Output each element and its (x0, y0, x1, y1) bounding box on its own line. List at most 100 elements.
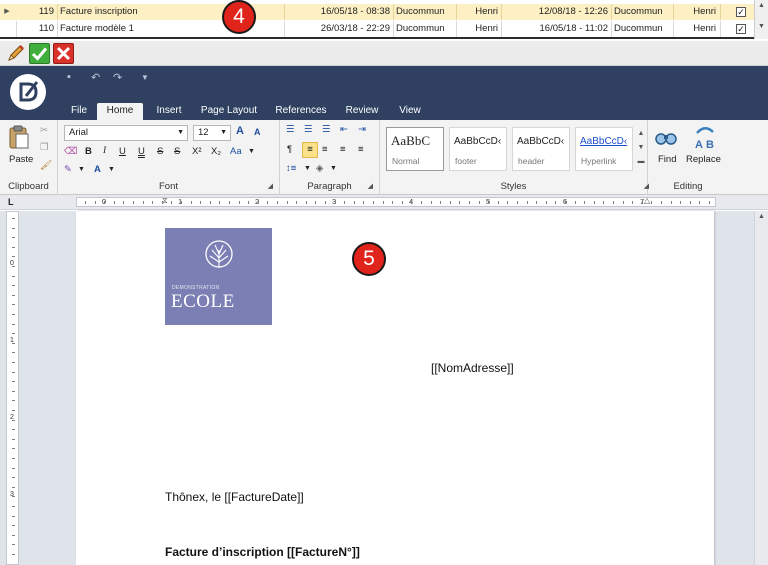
cut-icon[interactable]: ✂ (40, 125, 48, 136)
indent-marker-icon[interactable]: ⧖ (162, 196, 168, 206)
ruler-tick (257, 201, 259, 204)
save-icon[interactable]: ▪ (67, 71, 71, 83)
group-paragraph: ☰ ☰ ☰ ⇤ ⇥ ¶ ≡ ≡ ≡ ≡ ↕≡ ▼ ◈ ▼ Paragraph ◢ (280, 120, 380, 195)
ruler-tick (12, 314, 15, 315)
font-dialog-launcher-icon[interactable]: ◢ (268, 182, 273, 190)
qat-dropdown-icon[interactable]: ▼ (141, 73, 149, 82)
ruler-tick (12, 362, 15, 363)
ruler-tick (641, 201, 643, 204)
ruler-tick (12, 467, 15, 469)
close-icon[interactable] (53, 43, 74, 64)
redo-icon[interactable]: ↷ (113, 71, 122, 84)
subscript-icon[interactable]: X₂ (211, 146, 221, 157)
style-normal[interactable]: AaBbC Normal (386, 127, 444, 171)
document-page[interactable]: DEMONSTRATION ECOLE [[NomAdresse]] Thône… (76, 211, 714, 565)
paste-button[interactable]: Paste (9, 154, 33, 165)
group-clipboard: Paste ✂ ❐ 🖌 Clipboard (0, 120, 58, 195)
ruler-tick (661, 201, 662, 204)
find-icon[interactable] (654, 127, 678, 147)
tab-insert[interactable]: Insert (150, 103, 188, 120)
tab-stop-selector[interactable]: L (8, 197, 18, 207)
ruler-tick (85, 201, 86, 204)
horizontal-ruler[interactable]: L 0 1 2 3 4 5 6 7 ⧖ △ (0, 195, 768, 210)
ruler-tick (12, 304, 15, 306)
change-case-button[interactable]: Aa (230, 146, 242, 157)
styles-gallery-scroll[interactable]: ▲ ▼ ▬ (636, 127, 646, 171)
pilcrow-icon[interactable]: ¶ (287, 144, 292, 155)
scroll-up-icon: ▲ (758, 213, 765, 220)
tab-file[interactable]: File (66, 103, 92, 120)
tab-references[interactable]: References (272, 103, 330, 120)
highlight-icon[interactable]: ✎ (64, 164, 72, 175)
numbering-icon[interactable]: ☰ (304, 124, 313, 135)
check-icon[interactable] (29, 43, 50, 64)
shrink-font-icon[interactable]: A (254, 127, 261, 137)
undo-icon[interactable]: ↶ (91, 71, 100, 84)
school-logo: DEMONSTRATION ECOLE (165, 228, 272, 325)
ruler-tick (248, 201, 250, 204)
replace-button[interactable]: Replace (686, 154, 721, 165)
ruler-tick (593, 201, 595, 204)
align-center-icon[interactable]: ≡ (322, 144, 328, 155)
format-painter-icon[interactable]: 🖌 (40, 160, 52, 171)
style-header[interactable]: AaBbCcD‹ header (512, 127, 570, 171)
double-underline-icon[interactable]: U (138, 146, 145, 157)
address-field: [[NomAdresse]] (431, 361, 514, 375)
row-modified: 16/05/18 - 11:02 (539, 23, 609, 34)
align-left-icon[interactable]: ≡ (302, 142, 318, 158)
ruler-tick (12, 275, 15, 277)
ruler-tick (632, 201, 634, 204)
paste-icon[interactable] (7, 124, 31, 150)
paragraph-dialog-launcher-icon[interactable]: ◢ (368, 182, 373, 190)
line-spacing-icon[interactable]: ↕≡ (286, 163, 296, 174)
style-footer[interactable]: AaBbCcD‹ footer (449, 127, 507, 171)
tab-home[interactable]: Home (97, 103, 143, 120)
svg-text:A: A (695, 139, 703, 150)
replace-icon[interactable]: A B (692, 124, 718, 151)
underline-icon[interactable]: U (119, 146, 126, 157)
ruler-tick (315, 201, 317, 204)
grow-font-icon[interactable]: A (236, 125, 244, 137)
row-checkbox[interactable]: ✓ (736, 24, 746, 34)
style-name: Hyperlink (581, 156, 617, 166)
superscript-icon[interactable]: X² (192, 146, 202, 157)
ruler-tick (209, 201, 211, 204)
bullets-icon[interactable]: ☰ (286, 124, 295, 135)
vertical-ruler[interactable]: 0 1 2 3 (6, 211, 19, 565)
font-color-icon[interactable]: A (94, 164, 101, 175)
double-strikethrough-icon[interactable]: S (174, 146, 180, 157)
increase-indent-icon[interactable]: ⇥ (358, 124, 366, 135)
strikethrough-icon[interactable]: S (157, 146, 163, 157)
align-right-icon[interactable]: ≡ (340, 144, 346, 155)
ruler-tick (286, 201, 288, 204)
decrease-indent-icon[interactable]: ⇤ (340, 124, 348, 135)
row-created: 26/03/18 - 22:29 (320, 23, 390, 34)
justify-icon[interactable]: ≡ (358, 144, 364, 155)
table-row[interactable]: 110 Facture modèle 1 26/03/18 - 22:29 Du… (0, 21, 768, 37)
tab-view[interactable]: View (393, 103, 427, 120)
multilevel-list-icon[interactable]: ☰ (322, 124, 331, 135)
row-checkbox[interactable]: ✓ (736, 7, 746, 17)
table-row[interactable]: ▶ 119 Facture inscription 16/05/18 - 08:… (0, 4, 768, 20)
tab-page-layout[interactable]: Page Layout (197, 103, 261, 120)
ruler-tick (12, 352, 15, 354)
font-size-select[interactable]: 12 ▼ (193, 125, 231, 141)
right-indent-marker-icon[interactable]: △ (644, 196, 650, 205)
row-modified-first: Henri (693, 6, 716, 17)
clear-format-icon[interactable]: ⌫ (64, 146, 77, 157)
grid-scrollbar[interactable]: ▲ ▼ (754, 0, 768, 39)
document-scrollbar[interactable]: ▲ (754, 211, 768, 565)
font-family-select[interactable]: Arial ▼ (64, 125, 188, 141)
pencil-icon[interactable] (5, 43, 26, 64)
italic-icon[interactable]: I (103, 146, 106, 156)
ruler-tick (363, 201, 365, 204)
style-hyperlink[interactable]: AaBbCcD‹ Hyperlink (575, 127, 633, 171)
tab-review[interactable]: Review (340, 103, 384, 120)
copy-icon[interactable]: ❐ (40, 142, 49, 153)
bold-icon[interactable]: B (85, 146, 92, 157)
app-logo-icon[interactable] (10, 74, 46, 110)
style-name: Normal (392, 156, 420, 166)
row-number: 110 (38, 23, 54, 34)
find-button[interactable]: Find (658, 154, 676, 165)
shading-icon[interactable]: ◈ (316, 163, 323, 174)
